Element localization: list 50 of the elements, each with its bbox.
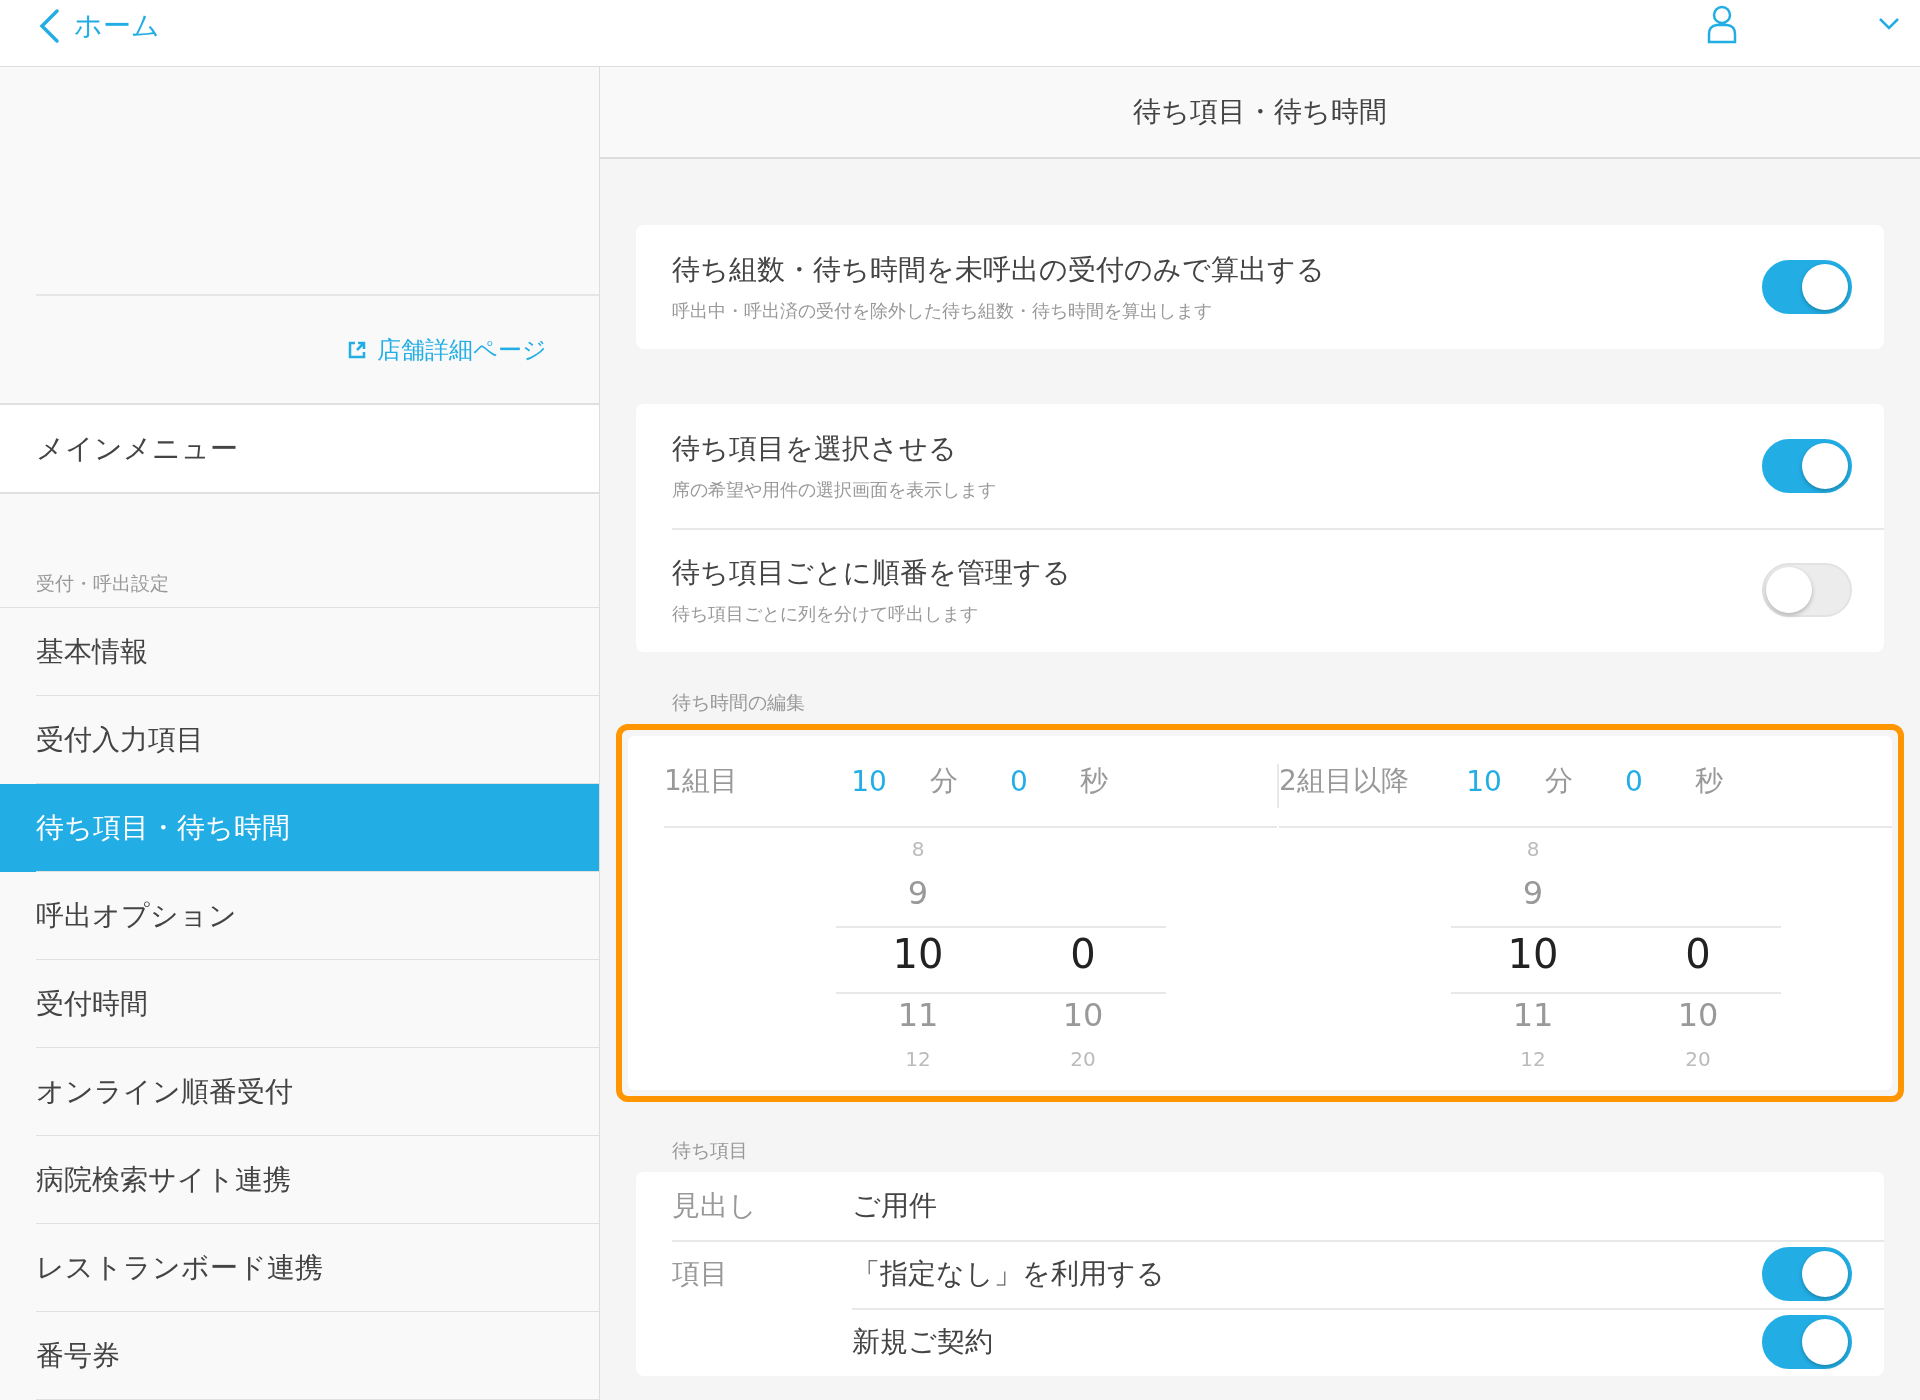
wheel-option[interactable]: 10 (892, 922, 944, 986)
toggle-switch[interactable] (1762, 1315, 1852, 1369)
sidebar-item[interactable]: 受付時間 (0, 960, 599, 1048)
chevron-down-icon[interactable] (1878, 17, 1900, 31)
seconds-value: 0 (1624, 764, 1644, 798)
picker-label: 1組目 (664, 763, 739, 799)
wait-item-label: 「指定なし」を利用する (852, 1256, 1166, 1292)
wait-item-label: 新規ご契約 (852, 1324, 994, 1360)
setting-description: 待ち項目ごとに列を分けて呼出します (672, 602, 979, 626)
heading-value[interactable]: ご用件 (852, 1187, 1884, 1225)
minutes-value: 10 (1465, 764, 1503, 798)
wheel-column[interactable]: 8 9 10 11 12 (835, 834, 1001, 1090)
setting-description: 席の希望や用件の選択画面を表示します (672, 478, 997, 502)
wheel-column[interactable]: 0 10 20 (1000, 834, 1166, 1090)
unit-label: 秒 (1694, 763, 1724, 799)
setting-title: 待ち組数・待ち時間を未呼出の受付のみで算出する (672, 252, 1326, 288)
toggle-switch[interactable] (1762, 1247, 1852, 1301)
setting-title: 待ち項目を選択させる (672, 431, 958, 467)
field-label: 項目 (672, 1256, 729, 1292)
setting-title: 待ち項目ごとに順番を管理する (672, 555, 1072, 591)
unit-label: 分 (1544, 763, 1574, 799)
setting-description: 呼出中・呼出済の受付を除外した待ち組数・待ち時間を算出します (672, 299, 1213, 323)
sidebar-item[interactable]: 病院検索サイト連携 (0, 1136, 599, 1224)
external-link-icon (347, 339, 367, 360)
user-icon[interactable] (1706, 4, 1738, 44)
picker-label: 2組目以降 (1279, 763, 1410, 799)
sidebar-item[interactable]: オンライン順番受付 (0, 1048, 599, 1136)
page-title: 待ち項目・待ち時間 (600, 67, 1920, 159)
unit-label: 分 (929, 763, 959, 799)
unit-label: 秒 (1079, 763, 1109, 799)
seconds-value: 0 (1009, 764, 1029, 798)
wheel-option[interactable]: 0 (1685, 922, 1711, 986)
wheel-option[interactable]: 10 (1507, 922, 1559, 986)
sidebar-item[interactable]: 受付入力項目 (0, 696, 599, 784)
section-label: 待ち時間の編集 (671, 690, 806, 715)
minutes-value: 10 (850, 764, 888, 798)
wheel-column[interactable]: 8 9 10 11 12 (1450, 834, 1616, 1090)
section-label: 受付・呼出設定 (0, 494, 599, 608)
sidebar-item[interactable]: レストランボード連携 (0, 1224, 599, 1312)
section-label: 待ち項目 (671, 1138, 749, 1163)
toggle-switch[interactable] (1762, 439, 1852, 493)
wheel-column[interactable]: 0 10 20 (1615, 834, 1781, 1090)
field-label: 見出し (672, 1188, 758, 1224)
chevron-left-icon (38, 8, 60, 44)
sidebar-item[interactable]: 呼出オプション (0, 872, 599, 960)
sidebar-item[interactable]: 番号券 (0, 1312, 599, 1400)
main-menu-item[interactable]: メインメニュー (0, 405, 599, 494)
toggle-switch[interactable] (1762, 260, 1852, 314)
wheel-option[interactable]: 0 (1070, 922, 1096, 986)
sidebar-item[interactable]: 基本情報 (0, 608, 599, 696)
